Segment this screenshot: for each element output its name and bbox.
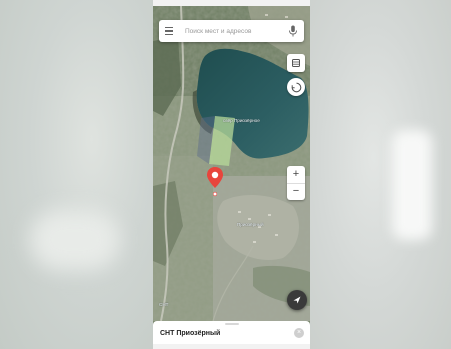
phone-screen: озёр Приозёрное Приозёрный СНТ Поиск мес… <box>153 6 310 344</box>
blurred-background-right <box>310 0 451 349</box>
blurred-background-left <box>0 0 153 349</box>
sheet-drag-handle[interactable] <box>225 323 239 325</box>
layers-icon <box>292 59 300 67</box>
compass-icon <box>291 82 301 92</box>
compass-button[interactable] <box>287 78 305 96</box>
place-title: СНТ Приозёрный <box>160 330 221 337</box>
menu-icon[interactable] <box>165 26 175 36</box>
location-pin-icon[interactable] <box>206 166 224 198</box>
lake-label: озёр Приозёрное <box>223 118 260 123</box>
zoom-controls: + − <box>287 166 305 200</box>
zoom-out-button[interactable]: − <box>287 184 305 201</box>
layers-button[interactable] <box>287 54 305 72</box>
zoom-in-button[interactable]: + <box>287 166 305 183</box>
place-label: Приозёрный <box>237 222 264 227</box>
video-frame: озёр Приозёрное Приозёрный СНТ Поиск мес… <box>0 0 451 349</box>
navigation-arrow-icon <box>293 296 301 304</box>
place-bottom-sheet[interactable]: СНТ Приозёрный × <box>153 321 310 344</box>
navigation-button[interactable] <box>287 290 307 310</box>
search-bar <box>159 20 304 42</box>
microphone-icon[interactable] <box>288 25 298 37</box>
satellite-map[interactable] <box>153 6 310 321</box>
close-icon[interactable]: × <box>294 328 304 338</box>
place-label-secondary: СНТ <box>159 302 169 307</box>
search-input[interactable] <box>185 27 288 35</box>
